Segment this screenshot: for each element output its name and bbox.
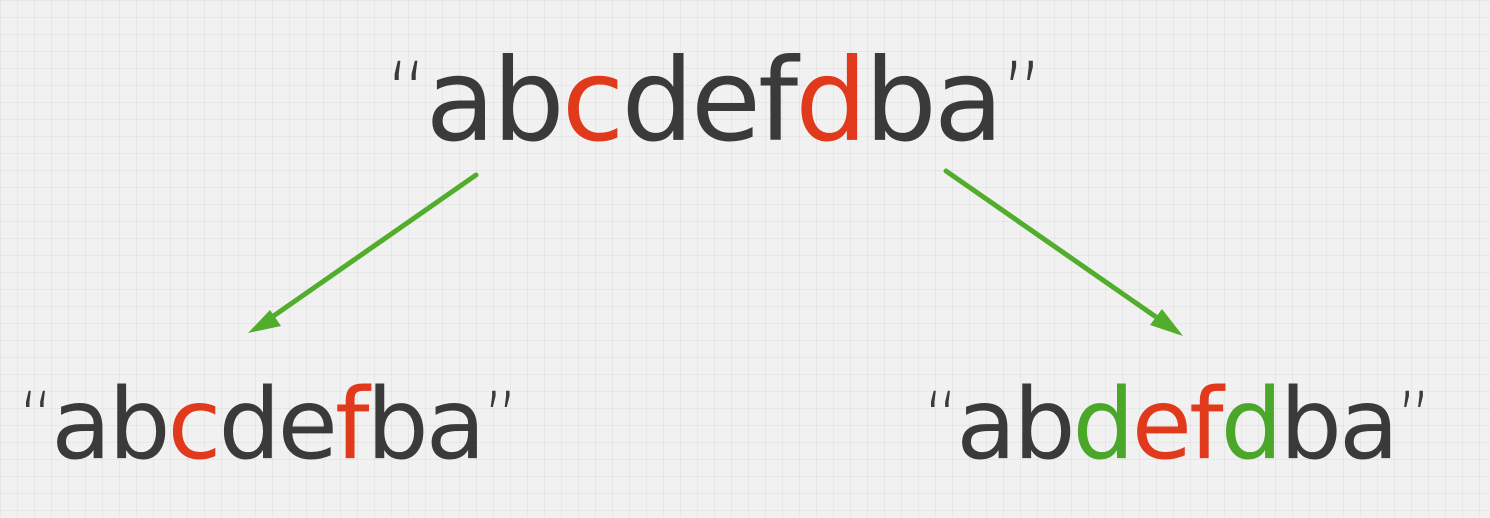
char-plain: b — [108, 368, 170, 482]
char-highlight-green: d — [1072, 368, 1135, 482]
char-highlight-red: c — [167, 368, 222, 482]
char-plain: a — [51, 368, 111, 482]
arrow-to-left — [248, 172, 479, 333]
right-string: “abdefdba” — [923, 376, 1432, 474]
char-highlight-red: f — [334, 368, 369, 482]
close-quote: ” — [1396, 377, 1432, 459]
arrow-to-right — [943, 168, 1183, 336]
close-quote: ” — [482, 377, 519, 459]
open-quote: “ — [18, 377, 54, 459]
char-plain: b — [366, 368, 428, 482]
char-plain: b — [1279, 368, 1342, 482]
char-plain: a — [425, 368, 486, 482]
char-highlight-red: f — [1189, 368, 1223, 482]
arrowhead-right-icon — [1150, 309, 1183, 336]
char-plain: b — [1013, 368, 1075, 482]
char-plain: a — [1339, 368, 1399, 482]
char-plain: a — [956, 368, 1016, 482]
char-highlight-green: d — [1220, 368, 1283, 482]
left-string: “abcdefba” — [18, 376, 519, 474]
char-plain: e — [277, 368, 338, 482]
open-quote: “ — [923, 377, 959, 459]
char-plain: d — [218, 368, 280, 482]
char-highlight-red: e — [1131, 368, 1192, 482]
